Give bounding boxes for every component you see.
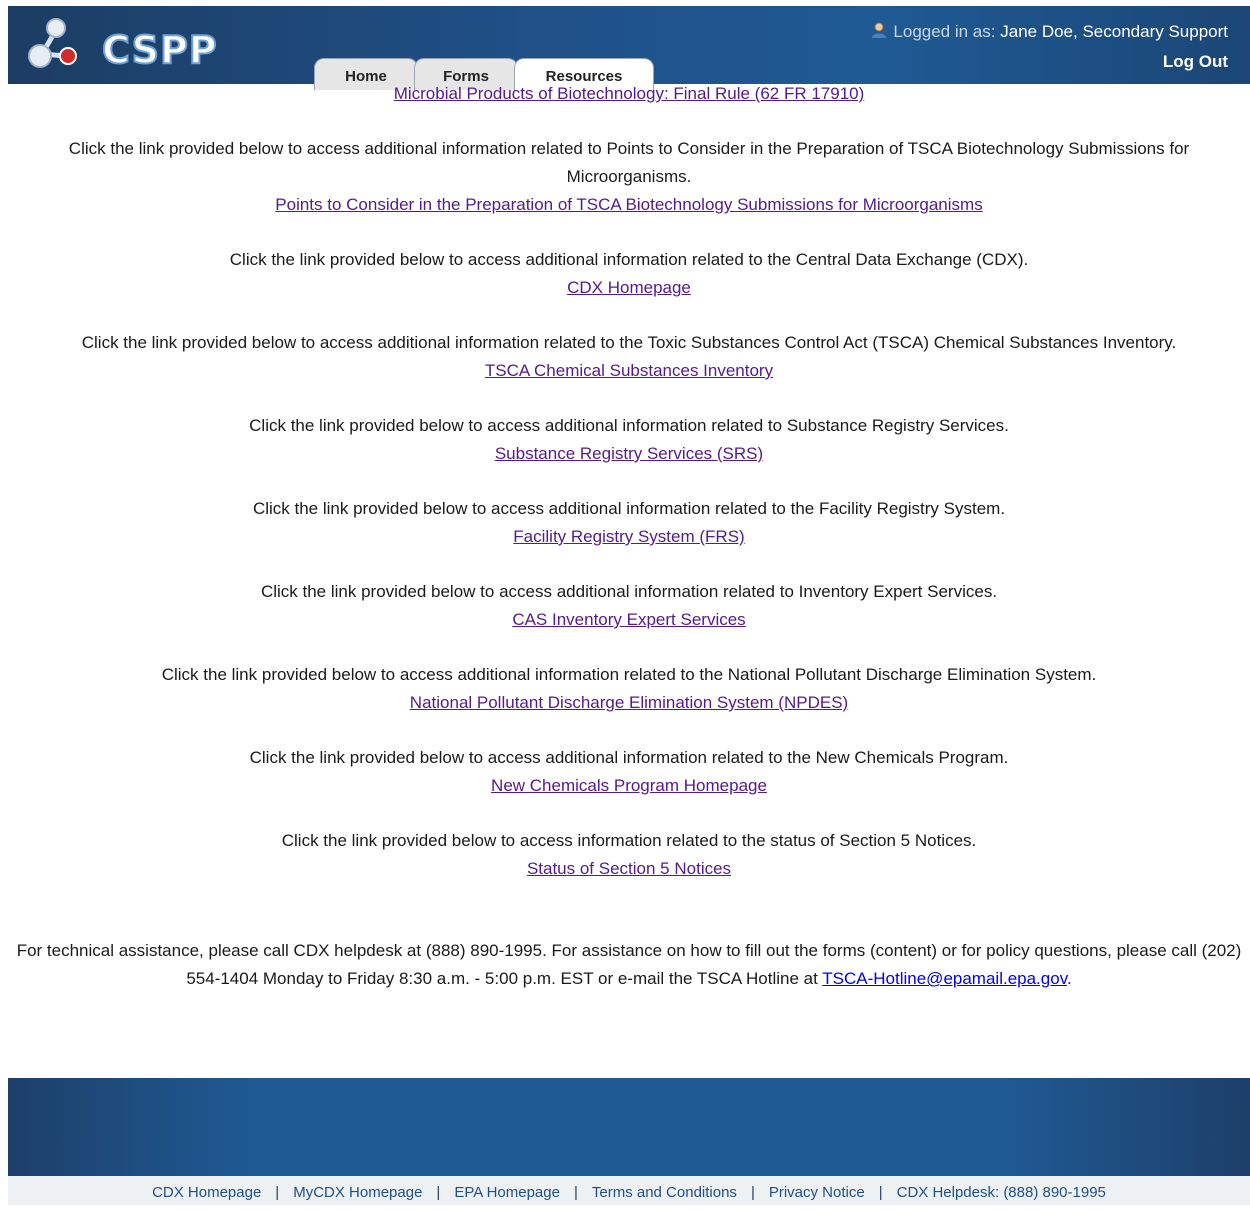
resource-block: Click the link provided below to access … [8, 412, 1250, 468]
new-chemicals-link[interactable]: New Chemicals Program Homepage [491, 776, 767, 795]
resource-description: Click the link provided below to access … [252, 499, 1006, 518]
footer-separator: | [573, 1184, 578, 1201]
resource-block: Click the link provided below to access … [8, 661, 1250, 717]
logged-in-label: Logged in as: [893, 22, 996, 41]
resource-description: Click the link provided below to access … [161, 665, 1097, 684]
resource-block: Click the link provided below to access … [8, 135, 1250, 219]
logout-link[interactable]: Log Out [1163, 52, 1228, 72]
resource-block: Click the link provided below to access … [8, 744, 1250, 800]
assistance-end: . [1066, 969, 1072, 988]
footer-helpdesk-link[interactable]: CDX Helpdesk: (888) 890-1995 [897, 1184, 1106, 1201]
footer-banner [8, 1078, 1250, 1176]
resource-block: Click the link provided below to access … [8, 578, 1250, 634]
footer-privacy-link[interactable]: Privacy Notice [769, 1184, 865, 1201]
resource-description: Click the link provided below to access … [249, 748, 1009, 767]
microbial-products-link[interactable]: Microbial Products of Biotechnology: Fin… [394, 84, 865, 103]
npdes-link[interactable]: National Pollutant Discharge Elimination… [410, 693, 848, 712]
assistance-text: For technical assistance, please call CD… [8, 937, 1250, 993]
resource-block: Click the link provided below to access … [8, 495, 1250, 551]
tsca-inventory-link[interactable]: TSCA Chemical Substances Inventory [485, 361, 773, 380]
resource-description: Click the link provided below to access … [81, 333, 1177, 352]
footer-mycdx-homepage-link[interactable]: MyCDX Homepage [293, 1184, 422, 1201]
footer-links: CDX Homepage | MyCDX Homepage | EPA Homepage… [8, 1176, 1250, 1205]
resource-description: Click the link provided below to access … [249, 416, 1009, 435]
resource-description: Click the link provided below to access … [281, 831, 977, 850]
footer-epa-homepage-link[interactable]: EPA Homepage [454, 1184, 560, 1201]
cdx-homepage-link[interactable]: CDX Homepage [567, 278, 691, 297]
user-name: Jane Doe, Secondary Support [1000, 22, 1228, 41]
hotline-email-link[interactable]: TSCA-Hotline@epamail.epa.gov [822, 969, 1067, 988]
srs-link[interactable]: Substance Registry Services (SRS) [495, 444, 763, 463]
cas-inventory-link[interactable]: CAS Inventory Expert Services [512, 610, 745, 629]
resource-description: Click the link provided below to access … [68, 139, 1190, 186]
user-icon [872, 22, 887, 38]
footer-cdx-homepage-link[interactable]: CDX Homepage [152, 1184, 261, 1201]
user-info: Logged in as: Jane Doe, Secondary Suppor… [871, 22, 1228, 42]
footer-separator: | [750, 1184, 755, 1201]
resource-description: Click the link provided below to access … [260, 582, 998, 601]
cspp-logo[interactable]: CSPP [22, 14, 222, 74]
footer-separator: | [878, 1184, 883, 1201]
points-to-consider-link[interactable]: Points to Consider in the Preparation of… [275, 195, 982, 214]
molecule-icon [28, 18, 77, 68]
page-header: CSPP Logged in as: Jane Doe, Secondary S… [8, 6, 1250, 91]
resource-block: Click the link provided below to access … [8, 246, 1250, 302]
section-5-status-link[interactable]: Status of Section 5 Notices [527, 859, 731, 878]
logo-text: CSPP [101, 27, 218, 73]
resource-description: Click the link provided below to access … [229, 250, 1029, 269]
frs-link[interactable]: Facility Registry System (FRS) [513, 527, 744, 546]
footer-separator: | [436, 1184, 441, 1201]
footer-separator: | [275, 1184, 280, 1201]
footer-terms-link[interactable]: Terms and Conditions [592, 1184, 737, 1201]
resources-content: Microbial Products of Biotechnology: Fin… [8, 80, 1250, 993]
resource-block: Click the link provided below to access … [8, 329, 1250, 385]
resource-block: Click the link provided below to access … [8, 827, 1250, 883]
